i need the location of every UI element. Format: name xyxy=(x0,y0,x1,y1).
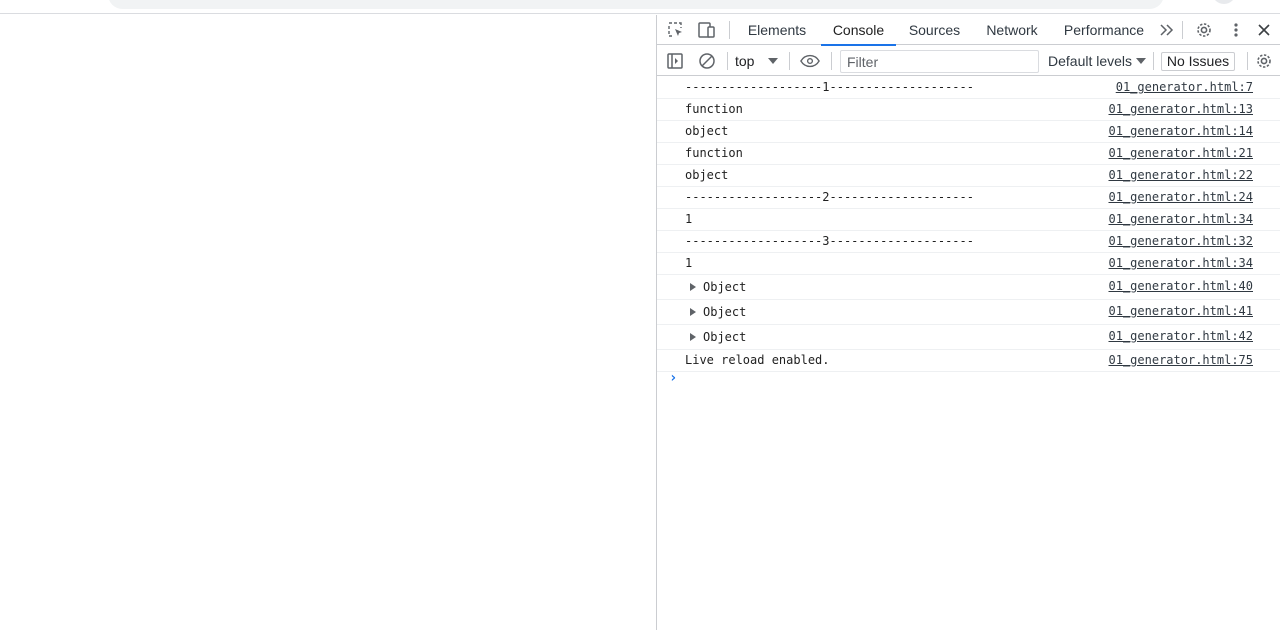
toolbar-divider xyxy=(1153,52,1154,70)
message-text: Object xyxy=(703,305,747,319)
message-source-link[interactable]: 01_generator.html:22 xyxy=(1109,168,1254,182)
context-label: top xyxy=(735,53,755,69)
console-message: -------------------3--------------------… xyxy=(657,231,1280,253)
page-viewport xyxy=(0,15,656,630)
toolbar-divider xyxy=(789,52,790,70)
tab-network[interactable]: Network xyxy=(983,15,1041,45)
console-message: object 01_generator.html:22 xyxy=(657,165,1280,187)
toolbar-divider xyxy=(727,52,728,70)
kebab-menu-icon[interactable] xyxy=(1226,20,1246,40)
chevron-double-right-icon[interactable] xyxy=(1157,20,1177,40)
log-levels-label: Default levels xyxy=(1048,53,1133,69)
context-selector[interactable]: top xyxy=(735,52,779,70)
message-text: Live reload enabled. xyxy=(685,353,830,367)
toolbar-divider xyxy=(729,21,730,39)
console-message: function 01_generator.html:21 xyxy=(657,143,1280,165)
message-source-link[interactable]: 01_generator.html:21 xyxy=(1109,146,1254,160)
message-source-link[interactable]: 01_generator.html:42 xyxy=(1109,329,1254,343)
tab-performance[interactable]: Performance xyxy=(1062,15,1146,45)
message-source-link[interactable]: 01_generator.html:24 xyxy=(1109,190,1254,204)
message-text: Object xyxy=(703,330,747,344)
console-settings-gear-icon[interactable] xyxy=(1254,51,1274,71)
message-text: -------------------2-------------------- xyxy=(685,190,974,204)
message-text: -------------------3-------------------- xyxy=(685,234,974,248)
message-text: 1 xyxy=(685,256,693,270)
message-source-link[interactable]: 01_generator.html:32 xyxy=(1109,234,1254,248)
close-icon[interactable] xyxy=(1254,20,1274,40)
expand-triangle-icon[interactable] xyxy=(690,333,696,341)
message-source-link[interactable]: 01_generator.html:13 xyxy=(1109,102,1254,116)
message-source-link[interactable]: 01_generator.html:41 xyxy=(1109,304,1254,318)
profile-avatar[interactable] xyxy=(1212,0,1236,4)
message-text: function xyxy=(685,102,743,116)
message-source-link[interactable]: 01_generator.html:40 xyxy=(1109,279,1254,293)
issues-button[interactable]: No Issues xyxy=(1161,52,1235,71)
toolbar-divider xyxy=(1182,21,1183,39)
tab-console[interactable]: Console xyxy=(821,15,896,46)
message-source-link[interactable]: 01_generator.html:14 xyxy=(1109,124,1254,138)
message-source-link[interactable]: 01_generator.html:34 xyxy=(1109,256,1254,270)
browser-top-strip xyxy=(0,0,1280,14)
message-source-link[interactable]: 01_generator.html:34 xyxy=(1109,212,1254,226)
message-source-link[interactable]: 01_generator.html:75 xyxy=(1109,353,1254,367)
gear-icon[interactable] xyxy=(1194,20,1214,40)
clear-console-icon[interactable] xyxy=(697,51,717,71)
expand-triangle-icon[interactable] xyxy=(690,308,696,316)
console-object-message[interactable]: Object 01_generator.html:40 xyxy=(657,275,1280,300)
caret-down-icon xyxy=(1136,58,1147,64)
console-message: -------------------1--------------------… xyxy=(657,77,1280,99)
console-message: 1 01_generator.html:34 xyxy=(657,209,1280,231)
console-messages: -------------------1--------------------… xyxy=(657,77,1280,372)
toolbar-divider xyxy=(1247,52,1248,70)
console-message: 1 01_generator.html:34 xyxy=(657,253,1280,275)
eye-icon[interactable] xyxy=(800,51,820,71)
tab-elements[interactable]: Elements xyxy=(744,15,810,45)
device-toolbar-icon[interactable] xyxy=(697,20,717,40)
console-toolbar: top Default levels No Issues xyxy=(657,46,1280,76)
message-text: object xyxy=(685,168,729,182)
sidebar-toggle-icon[interactable] xyxy=(665,51,685,71)
console-object-message[interactable]: Object 01_generator.html:41 xyxy=(657,300,1280,325)
console-message: object 01_generator.html:14 xyxy=(657,121,1280,143)
message-text: Object xyxy=(703,280,747,294)
toolbar-divider xyxy=(831,52,832,70)
caret-down-icon xyxy=(768,58,779,64)
message-source-link[interactable]: 01_generator.html:7 xyxy=(1116,80,1253,94)
tab-sources[interactable]: Sources xyxy=(906,15,963,45)
filter-input[interactable] xyxy=(840,50,1039,73)
message-text: object xyxy=(685,124,729,138)
expand-triangle-icon[interactable] xyxy=(690,283,696,291)
inspect-element-icon[interactable] xyxy=(666,20,686,40)
console-prompt[interactable]: › xyxy=(669,370,677,386)
message-text: 1 xyxy=(685,212,693,226)
address-bar[interactable] xyxy=(108,0,1164,9)
devtools-panel: Elements Console Sources Network Perform… xyxy=(656,15,1280,630)
log-levels-dropdown[interactable]: Default levels xyxy=(1048,52,1147,70)
console-message: -------------------2--------------------… xyxy=(657,187,1280,209)
message-text: function xyxy=(685,146,743,160)
devtools-tabbar: Elements Console Sources Network Perform… xyxy=(657,15,1280,46)
message-text: -------------------1-------------------- xyxy=(685,80,974,94)
console-object-message[interactable]: Object 01_generator.html:42 xyxy=(657,325,1280,350)
console-message: function 01_generator.html:13 xyxy=(657,99,1280,121)
console-message: Live reload enabled. 01_generator.html:7… xyxy=(657,350,1280,372)
